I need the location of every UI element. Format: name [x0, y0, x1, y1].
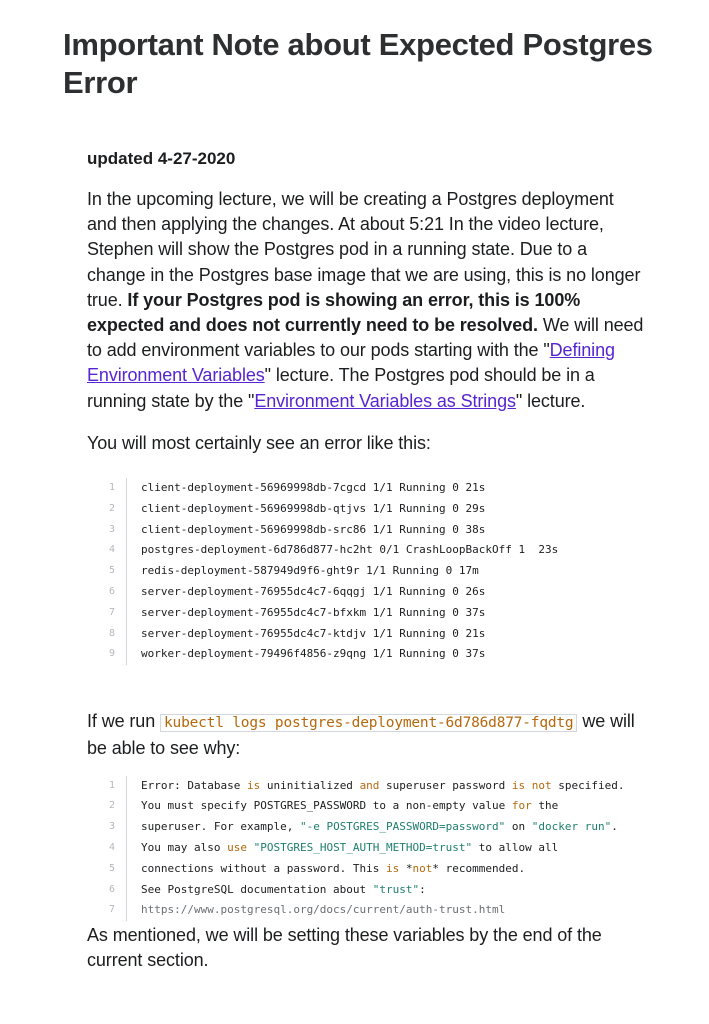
keyword: is	[511, 778, 526, 792]
string-literal: "docker run"	[531, 820, 612, 834]
code-line: 1 Error: Database is uninitialized and su…	[95, 775, 647, 797]
line-number: 2	[95, 498, 127, 520]
string-literal: "trust"	[372, 882, 420, 896]
line-number: 7	[95, 900, 127, 922]
line-number: 6	[95, 582, 127, 603]
code-text: See PostgreSQL documentation about "trus…	[141, 882, 426, 896]
line-number: 5	[95, 858, 127, 880]
code-line: 2 You must specify POSTGRES_PASSWORD to a…	[95, 796, 647, 818]
line-number: 8	[95, 623, 127, 645]
closing-paragraph: As mentioned, we will be setting these v…	[87, 925, 602, 971]
keyword: not	[531, 778, 552, 792]
updated-date: updated 4-27-2020	[87, 149, 236, 168]
intro-paragraph: In the upcoming lecture, we will be crea…	[87, 187, 647, 414]
line-number: 4	[95, 838, 127, 859]
code-line: 4 postgres-deployment-6d786d877-hc2ht 0/1…	[95, 540, 647, 562]
article-body: updated 4-27-2020 In the upcoming lectur…	[87, 146, 647, 974]
lecture-article: Important Note about Expected Postgres E…	[0, 0, 709, 1024]
code-text: worker-deployment-79496f4856-z9qng 1/1 R…	[141, 647, 486, 661]
code-text: client-deployment-56969998db-qtjvs 1/1 R…	[141, 501, 486, 515]
keyword: use	[227, 841, 247, 854]
inline-command: kubectl logs postgres-deployment-6d786d8…	[160, 714, 578, 733]
line-number: 3	[95, 817, 127, 838]
code-text: connections without a password. This is …	[141, 861, 526, 875]
code-line: 7 https://www.postgresql.org/docs/current…	[95, 900, 647, 922]
code-line: 5 connections without a password. This is…	[95, 858, 647, 880]
string-literal: "POSTGRES_HOST_AUTH_METHOD=trust"	[253, 841, 473, 854]
string-literal: "-e POSTGRES_PASSWORD=password"	[299, 820, 506, 834]
code-line: 2 client-deployment-56969998db-qtjvs 1/1 …	[95, 498, 647, 520]
run-prefix: If we run	[87, 711, 161, 732]
page-title: Important Note about Expected Postgres E…	[63, 27, 653, 100]
line-number: 2	[95, 796, 127, 818]
line-number: 3	[95, 519, 127, 541]
keyword: not	[412, 861, 433, 875]
code-line: 3 superuser. For example, "-e POSTGRES_PA…	[95, 817, 647, 838]
code-text: client-deployment-56969998db-7cgcd 1/1 R…	[141, 481, 486, 495]
code-line: 7 server-deployment-76955dc4c7-bfxkm 1/1 …	[95, 602, 647, 624]
intro-bold-text: If your Postgres pod is showing an error…	[87, 289, 581, 336]
see-error-paragraph: You will most certainly see an error lik…	[87, 432, 431, 453]
line-number: 7	[95, 602, 127, 624]
code-text: client-deployment-56969998db-src86 1/1 R…	[141, 522, 486, 536]
pods-code-block: 1 client-deployment-56969998db-7cgcd 1/1 …	[95, 478, 647, 666]
line-number: 4	[95, 540, 127, 562]
code-text: server-deployment-76955dc4c7-6qqgj 1/1 R…	[141, 585, 486, 599]
code-line: 6 server-deployment-76955dc4c7-6qqgj 1/1 …	[95, 582, 647, 603]
code-text: Error: Database is uninitialized and sup…	[141, 778, 625, 792]
code-line: 9 worker-deployment-79496f4856-z9qng 1/1 …	[95, 644, 647, 666]
code-text: superuser. For example, "-e POSTGRES_PAS…	[141, 820, 618, 834]
line-number: 6	[95, 879, 127, 901]
line-number: 1	[95, 478, 127, 499]
run-command-paragraph: If we run kubectl logs postgres-deployme…	[87, 709, 647, 761]
code-line: 6 See PostgreSQL documentation about "tru…	[95, 879, 647, 901]
code-text: redis-deployment-587949d9f6-ght9r 1/1 Ru…	[141, 564, 479, 578]
logs-code-block: 1 Error: Database is uninitialized and su…	[95, 775, 647, 922]
keyword: is	[386, 861, 400, 875]
code-line: 3 client-deployment-56969998db-src86 1/1 …	[95, 519, 647, 541]
line-number: 1	[95, 775, 127, 797]
env-vars-as-strings-link[interactable]: Environment Variables as Strings	[254, 391, 516, 411]
docs-url-text: https://www.postgresql.org/docs/current/…	[141, 903, 506, 917]
keyword: and	[359, 778, 380, 792]
code-line: 8 server-deployment-76955dc4c7-ktdjv 1/1 …	[95, 623, 647, 645]
code-text: server-deployment-76955dc4c7-ktdjv 1/1 R…	[141, 626, 486, 640]
code-text: You may also use "POSTGRES_HOST_AUTH_MET…	[141, 841, 559, 854]
code-line: 5 redis-deployment-587949d9f6-ght9r 1/1 R…	[95, 561, 647, 583]
line-number: 5	[95, 561, 127, 583]
line-number: 9	[95, 644, 127, 666]
code-line: 4 You may also use "POSTGRES_HOST_AUTH_ME…	[95, 838, 647, 859]
code-line: 1 client-deployment-56969998db-7cgcd 1/1 …	[95, 478, 647, 499]
intro-text-4: " lecture.	[515, 390, 586, 411]
keyword: is	[246, 778, 261, 792]
code-text: postgres-deployment-6d786d877-hc2ht 0/1 …	[141, 543, 559, 557]
keyword: for	[511, 799, 532, 813]
code-text: server-deployment-76955dc4c7-bfxkm 1/1 R…	[141, 605, 486, 619]
code-text: You must specify POSTGRES_PASSWORD to a …	[141, 799, 559, 813]
